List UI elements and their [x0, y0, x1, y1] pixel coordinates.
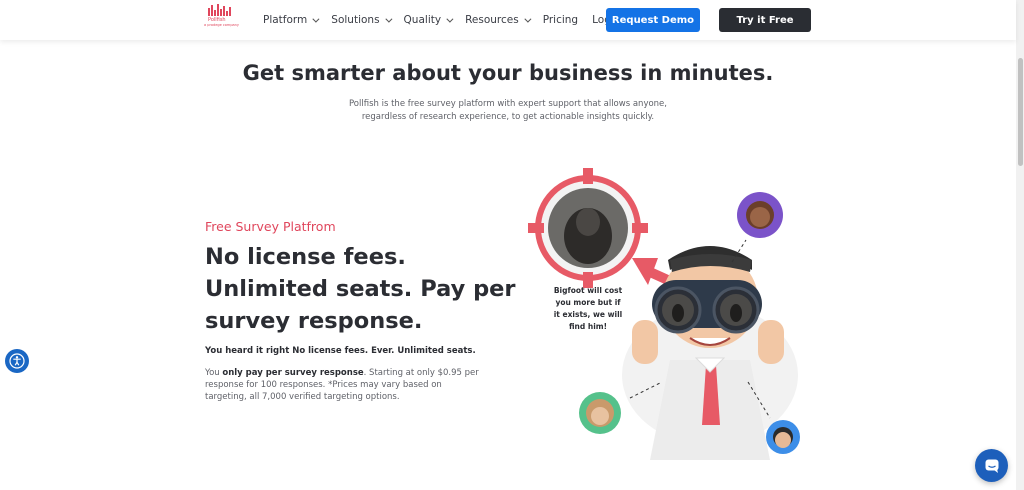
feature-paragraph: You only pay per survey response. Starti…	[205, 367, 485, 403]
para-prefix: You	[205, 368, 223, 378]
para-bold: only pay per survey response	[222, 368, 364, 378]
nav-solutions[interactable]: Solutions	[331, 14, 392, 26]
scrollbar-thumb[interactable]	[1018, 58, 1023, 166]
page-scrollbar[interactable]	[1016, 0, 1024, 490]
caption-line: it exists, we will	[553, 310, 623, 319]
request-demo-button[interactable]: Request Demo	[606, 8, 700, 32]
nav-resources-label: Resources	[465, 14, 519, 26]
site-header: Pollfish a prodege company Platform Solu…	[0, 0, 1016, 40]
feature-bold-line: You heard it right No license fees. Ever…	[205, 346, 476, 356]
chat-icon	[985, 459, 998, 473]
logo-subtitle: a prodege company	[204, 23, 239, 27]
crosshair-target-icon	[528, 168, 648, 288]
nav-quality[interactable]: Quality	[403, 14, 454, 26]
hero-subtitle: Pollfish is the free survey platform wit…	[348, 99, 667, 122]
pollfish-logo[interactable]: Pollfish a prodege company	[202, 4, 240, 36]
nav-quality-label: Quality	[403, 14, 442, 26]
nav-resources[interactable]: Resources	[465, 14, 532, 26]
avatar-woman-green	[579, 392, 621, 434]
headline-line: No license fees.	[205, 244, 406, 270]
nav-pricing-label: Pricing	[542, 14, 579, 26]
accessibility-icon	[9, 353, 25, 369]
caption-line: you more but if	[555, 298, 621, 307]
nav-pricing[interactable]: Pricing	[543, 14, 578, 26]
logo-bars-icon	[208, 4, 240, 16]
nav-platform[interactable]: Platform	[263, 14, 320, 26]
caption-line: find him!	[568, 322, 608, 331]
hero-title: Get smarter about your business in minut…	[242, 61, 774, 85]
caption-line: Bigfoot will cost	[553, 286, 623, 295]
chevron-down-icon	[312, 15, 320, 23]
main-nav: Platform Solutions Quality Resources Pri…	[263, 0, 634, 40]
accessibility-button[interactable]	[5, 349, 29, 373]
chevron-down-icon	[524, 15, 532, 23]
illustration-caption: Bigfoot will cost you more but if it exi…	[546, 285, 630, 333]
try-free-button[interactable]: Try it Free	[719, 8, 811, 32]
avatar-woman-purple	[737, 192, 783, 238]
avatar-man-blue	[766, 420, 800, 454]
chevron-down-icon	[384, 15, 392, 23]
feature-eyebrow: Free Survey Platfrom	[205, 219, 336, 234]
chat-button[interactable]	[975, 449, 1008, 482]
headline-line: survey response.	[205, 308, 423, 334]
nav-solutions-label: Solutions	[331, 14, 380, 26]
chevron-down-icon	[446, 15, 454, 23]
nav-platform-label: Platform	[263, 14, 308, 26]
headline-line: Unlimited seats. Pay per	[205, 276, 516, 302]
feature-headline: No license fees. Unlimited seats. Pay pe…	[205, 241, 516, 337]
